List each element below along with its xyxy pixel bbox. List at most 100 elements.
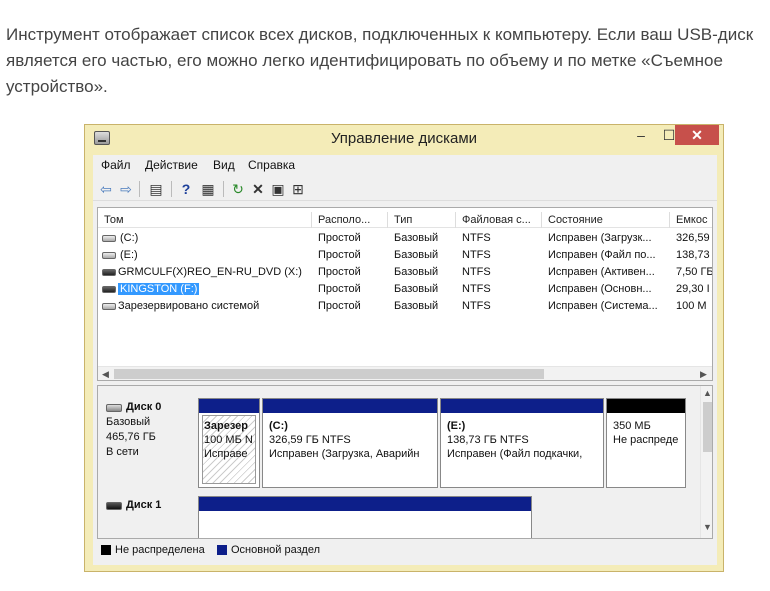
volume-status: Исправен (Файл по...: [548, 249, 656, 261]
refresh-icon[interactable]: ↻: [229, 180, 247, 198]
volume-row[interactable]: Зарезервировано системой Простой Базовый…: [98, 298, 712, 315]
legend-swatch-primary: [217, 545, 227, 555]
disk-0-title: Диск 0: [106, 400, 161, 415]
volume-row[interactable]: (E:) Простой Базовый NTFS Исправен (Файл…: [98, 247, 712, 264]
partition-bar: [607, 399, 685, 413]
partition-bar: [263, 399, 437, 413]
forward-arrow-icon[interactable]: ⇨: [117, 180, 135, 198]
partition-bar: [199, 497, 531, 511]
hard-disk-icon: [106, 404, 122, 412]
legend-label-primary: Основной раздел: [231, 544, 320, 556]
volume-filesystem: NTFS: [462, 266, 491, 278]
title-bar[interactable]: Управление дисками – ☐ ✕: [85, 125, 723, 151]
window-client: Файл Действие Вид Справка ⇦ ⇨ ▤ ? ▦ ↻ ✕ …: [93, 155, 717, 565]
partition-c[interactable]: (C:) 326,59 ГБ NTFS Исправен (Загрузка, …: [262, 398, 438, 488]
volume-filesystem: NTFS: [462, 283, 491, 295]
partition-label: (E:) 138,73 ГБ NTFS Исправен (Файл подка…: [447, 419, 582, 461]
toolbar-separator: [139, 181, 140, 197]
disk-management-window: Управление дисками – ☐ ✕ Файл Действие В…: [84, 124, 724, 572]
column-header-volume[interactable]: Том: [98, 212, 312, 228]
volume-status: Исправен (Активен...: [548, 266, 655, 278]
volume-layout: Простой: [318, 300, 361, 312]
column-header-layout[interactable]: Располо...: [312, 212, 388, 228]
volume-row-selected[interactable]: KINGSTON (F:) Простой Базовый NTFS Испра…: [98, 281, 712, 298]
scroll-right-icon[interactable]: ▶: [700, 367, 707, 380]
scroll-down-icon[interactable]: ▼: [703, 522, 712, 532]
partition-size: 326,59 ГБ NTFS: [269, 434, 351, 446]
disk-1-info[interactable]: Диск 1: [106, 498, 161, 513]
volume-capacity: 326,59: [676, 232, 710, 244]
menu-action[interactable]: Действие: [145, 158, 198, 172]
volume-name: GRMCULF(X)REO_EN-RU_DVD (X:): [118, 266, 302, 278]
volume-type: Базовый: [394, 266, 439, 278]
horizontal-scrollbar[interactable]: ◀ ▶: [98, 366, 712, 380]
volume-filesystem: NTFS: [462, 249, 491, 261]
volume-layout: Простой: [318, 283, 361, 295]
partition-e[interactable]: (E:) 138,73 ГБ NTFS Исправен (Файл подка…: [440, 398, 604, 488]
delete-icon[interactable]: ✕: [249, 180, 267, 198]
partition-status: Не распреде: [613, 434, 679, 446]
vertical-scrollbar[interactable]: ▲ ▼: [700, 386, 712, 538]
scroll-thumb[interactable]: [703, 402, 712, 452]
partition-size: 138,73 ГБ NTFS: [447, 434, 529, 446]
column-header-status[interactable]: Состояние: [542, 212, 670, 228]
volume-row[interactable]: GRMCULF(X)REO_EN-RU_DVD (X:) Простой Баз…: [98, 264, 713, 281]
volume-type: Базовый: [394, 283, 439, 295]
volume-list: Том Располо... Тип Файловая с... Состоян…: [97, 207, 713, 381]
scroll-thumb[interactable]: [114, 369, 544, 379]
minimize-button[interactable]: –: [627, 125, 655, 145]
disk-map: Диск 0 Базовый 465,76 ГБ В сети Зарезер …: [97, 385, 713, 539]
volume-status: Исправен (Загрузк...: [548, 232, 652, 244]
volume-type: Базовый: [394, 300, 439, 312]
toolbar-separator: [171, 181, 172, 197]
partition-label: 350 МБ Не распреде: [613, 419, 678, 447]
partition-unallocated[interactable]: 350 МБ Не распреде: [606, 398, 686, 488]
intro-text: Инструмент отображает список всех дисков…: [6, 25, 754, 96]
partition-label: (C:) 326,59 ГБ NTFS Исправен (Загрузка, …: [269, 419, 419, 461]
volume-capacity: 138,73: [676, 249, 710, 261]
partition-kingston[interactable]: [198, 496, 532, 538]
column-header-type[interactable]: Тип: [388, 212, 456, 228]
menu-help[interactable]: Справка: [248, 158, 295, 172]
partition-name: (C:): [269, 420, 288, 432]
partition-size: 350 МБ: [613, 420, 651, 432]
toolbar-separator: [223, 181, 224, 197]
legend: Не распределена Основной раздел: [97, 541, 713, 559]
partition-reserved[interactable]: Зарезер 100 МБ N Исправе: [198, 398, 260, 488]
column-header-filesystem[interactable]: Файловая с...: [456, 212, 542, 228]
partition-bar: [441, 399, 603, 413]
legend-swatch-unallocated: [101, 545, 111, 555]
scroll-left-icon[interactable]: ◀: [102, 367, 109, 380]
view-icon[interactable]: ▦: [199, 180, 217, 198]
column-header-capacity[interactable]: Емкос: [670, 212, 712, 228]
disk-0-name: Диск 0: [126, 401, 162, 413]
volume-type: Базовый: [394, 232, 439, 244]
scroll-up-icon[interactable]: ▲: [703, 388, 712, 398]
close-button[interactable]: ✕: [675, 125, 719, 145]
volume-name: KINGSTON (F:): [114, 281, 312, 298]
back-arrow-icon[interactable]: ⇦: [97, 180, 115, 198]
volume-row[interactable]: (C:) Простой Базовый NTFS Исправен (Загр…: [98, 230, 712, 247]
volume-status: Исправен (Основн...: [548, 283, 652, 295]
volume-name: Зарезервировано системой: [118, 300, 260, 312]
properties-list-icon[interactable]: ▤: [147, 180, 165, 198]
volume-layout: Простой: [318, 266, 361, 278]
partition-size: 100 МБ N: [204, 434, 253, 446]
volume-name: (E:): [120, 249, 138, 261]
volume-name: (C:): [120, 232, 139, 244]
settings-icon[interactable]: ⊞: [289, 180, 307, 198]
menu-view[interactable]: Вид: [213, 158, 235, 172]
volume-layout: Простой: [318, 232, 361, 244]
volume-capacity: 7,50 ГБ: [676, 266, 713, 278]
partition-label: Зарезер 100 МБ N Исправе: [204, 419, 253, 461]
partition-status: Исправе: [204, 448, 248, 460]
properties-icon[interactable]: ▣: [269, 180, 287, 198]
help-icon[interactable]: ?: [177, 180, 195, 198]
disk-0-info[interactable]: Диск 0 Базовый 465,76 ГБ В сети: [106, 400, 161, 460]
disk-1-name: Диск 1: [126, 499, 162, 511]
disk-0-state: В сети: [106, 446, 139, 458]
volume-type: Базовый: [394, 249, 439, 261]
menu-file[interactable]: Файл: [101, 158, 131, 172]
volume-capacity: 29,30 I: [676, 283, 710, 295]
volume-list-header: Том Располо... Тип Файловая с... Состоян…: [98, 212, 712, 228]
